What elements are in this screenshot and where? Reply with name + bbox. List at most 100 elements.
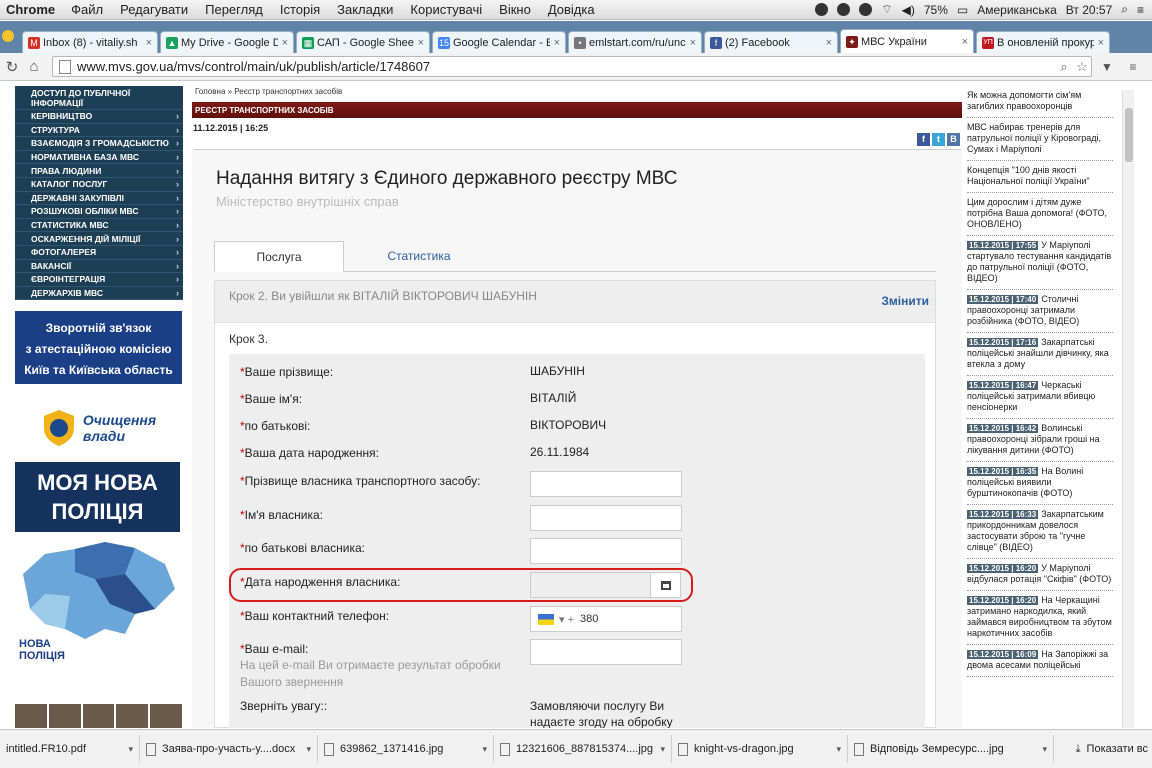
wifi-icon[interactable]: ⌔ — [881, 2, 892, 17]
breadcrumb[interactable]: Головна » Реєстр транспортних засобів — [195, 87, 342, 96]
news-item[interactable]: 15.12.2015 | 17:40 Столичні правоохоронці… — [967, 290, 1113, 333]
news-item[interactable]: 15.12.2015 | 17:16 Закарпатські поліцейсь… — [967, 333, 1113, 376]
tab-emlstart[interactable]: • emlstart.com/ru/unc × — [568, 31, 702, 53]
tab-up[interactable]: УП В оновленій прокур × — [976, 31, 1110, 53]
feedback-banner[interactable]: Зворотній зв'язок з атестаційною комісіє… — [15, 311, 182, 384]
news-item[interactable]: МВС набирає тренерів для патрульної полі… — [967, 118, 1113, 161]
url-text[interactable]: www.mvs.gov.ua/mvs/control/main/uk/publi… — [77, 59, 1055, 74]
close-icon[interactable]: × — [282, 37, 288, 49]
change-link[interactable]: Змінити — [881, 294, 929, 308]
menu-bookmarks[interactable]: Закладки — [337, 2, 393, 17]
news-item[interactable]: 15.12.2015 | 17:55 У Маріуполі стартувало… — [967, 236, 1113, 290]
left-nav-item[interactable]: ФОТОГАЛЕРЕЯ › — [15, 246, 183, 260]
menu-view[interactable]: Перегляд — [205, 2, 263, 17]
tab-gmail[interactable]: M Inbox (8) - vitaliy.sh × — [22, 31, 158, 53]
menu-file[interactable]: Файл — [71, 2, 103, 17]
menu-window[interactable]: Вікно — [499, 2, 531, 17]
police-map-banner[interactable]: НОВА ПОЛІЦІЯ — [15, 534, 182, 699]
left-nav-item[interactable]: НОРМАТИВНА БАЗА МВС › — [15, 151, 183, 165]
left-nav-item[interactable]: ОСКАРЖЕННЯ ДІЙ МІЛІЦІЇ › — [15, 232, 183, 246]
left-nav-item[interactable]: КАТАЛОГ ПОСЛУГ › — [15, 178, 183, 192]
tab-mvs[interactable]: ✦ МВС України × — [840, 29, 974, 53]
menu-icon[interactable]: ≡ — [1122, 60, 1144, 74]
left-nav-item[interactable]: СТРУКТУРА › — [15, 124, 183, 138]
news-item[interactable]: 15.12.2015 | 16:20 На Черкащині затримано… — [967, 591, 1113, 645]
download-item[interactable]: intitled.FR10.pdf ▾ — [0, 735, 140, 763]
page-info-icon[interactable] — [59, 59, 71, 74]
clock[interactable]: Вт 20:57 — [1066, 3, 1112, 17]
news-item[interactable]: 15.12.2015 | 16:09 На Запоріжжі за двома … — [967, 645, 1113, 677]
vk-share-icon[interactable]: B — [947, 133, 960, 146]
download-item[interactable]: knight-vs-dragon.jpg ▾ — [672, 735, 848, 763]
menu-edit[interactable]: Редагувати — [120, 2, 188, 17]
news-item[interactable]: 15.12.2015 | 16:35 На Волині поліцейські … — [967, 462, 1113, 505]
chevron-down-icon[interactable]: ▾ — [836, 744, 841, 755]
news-item[interactable]: 15.12.2015 | 16:33 Закарпатським прикордо… — [967, 505, 1113, 559]
time-machine-icon[interactable] — [859, 3, 873, 16]
volume-icon[interactable]: ◀) — [902, 3, 915, 17]
menu-help[interactable]: Довідка — [548, 2, 595, 17]
left-nav-item[interactable]: ЄВРОІНТЕГРАЦІЯ › — [15, 273, 183, 287]
left-nav-item[interactable]: РОЗШУКОВІ ОБЛІКИ МВС › — [15, 205, 183, 219]
tab-service[interactable]: Послуга — [214, 241, 344, 272]
tab-drive[interactable]: ▲ My Drive - Google D × — [160, 31, 294, 53]
drive-sync-icon[interactable] — [837, 3, 851, 16]
chevron-down-icon[interactable]: ▾ — [306, 744, 311, 755]
owner-name-input[interactable] — [530, 505, 682, 531]
news-item[interactable]: Цим дорослим і дітям дуже потрібна Ваша … — [967, 193, 1113, 236]
download-item[interactable]: 12321606_887815374....jpg ▾ — [494, 735, 672, 763]
tab-sheets[interactable]: ▦ САП - Google Shee × — [296, 31, 430, 53]
pocket-icon[interactable]: ▼ — [1096, 60, 1118, 74]
download-item[interactable]: Заява-про-участь-у....docx ▾ — [140, 735, 318, 763]
app-menu[interactable]: Chrome — [6, 2, 55, 17]
new-police-banner[interactable]: МОЯ НОВА ПОЛІЦІЯ — [15, 462, 180, 532]
left-nav-item[interactable]: КЕРІВНИЦТВО › — [15, 110, 183, 124]
ukraine-flag-icon[interactable] — [538, 613, 554, 625]
omnibox[interactable]: www.mvs.gov.ua/mvs/control/main/uk/publi… — [52, 56, 1092, 77]
news-item[interactable]: 15.12.2015 | 16:20 У Маріуполі відбулася … — [967, 559, 1113, 591]
menu-users[interactable]: Користувачі — [410, 2, 482, 17]
tab-statistics[interactable]: Статистика — [344, 241, 494, 272]
chevron-down-icon[interactable]: ▾ — [660, 744, 665, 755]
close-icon[interactable]: × — [690, 37, 696, 49]
input-source[interactable]: Американська — [977, 3, 1057, 17]
close-icon[interactable]: × — [826, 37, 832, 49]
phone-input[interactable]: ▾ +380 — [530, 606, 682, 632]
reload-icon[interactable]: ↻ — [2, 58, 22, 76]
news-item[interactable]: 15.12.2015 | 16:42 Волинські правоохоронц… — [967, 419, 1113, 462]
home-icon[interactable]: ⌂ — [24, 58, 44, 75]
chevron-down-icon[interactable]: ▾ — [1042, 744, 1047, 755]
twitter-share-icon[interactable]: t — [932, 133, 945, 146]
download-item[interactable]: 639862_1371416.jpg ▾ — [318, 735, 494, 763]
download-item[interactable]: Відповідь Земресурс....jpg ▾ — [848, 735, 1054, 763]
owner-surname-input[interactable] — [530, 471, 682, 497]
show-all-downloads[interactable]: ⤓ Показати вс — [1076, 743, 1152, 756]
clean-government-banner[interactable]: Очищення влади — [15, 397, 182, 459]
left-nav-item[interactable]: ДЕРЖАВНІ ЗАКУПІВЛІ › — [15, 192, 183, 206]
facebook-share-icon[interactable]: f — [917, 133, 930, 146]
left-nav-item[interactable]: ПРАВА ЛЮДИНИ › — [15, 164, 183, 178]
close-icon[interactable]: × — [418, 37, 424, 49]
tab-calendar[interactable]: 15 Google Calendar - E × — [432, 31, 566, 53]
photo-strip[interactable] — [15, 704, 182, 728]
owner-patronymic-input[interactable] — [530, 538, 682, 564]
search-icon[interactable]: ⌕ — [1055, 59, 1073, 75]
left-nav-item[interactable]: ДЕРЖАРХІВ МВС › — [15, 287, 183, 301]
chevron-down-icon[interactable]: ▾ — [128, 744, 133, 755]
bookmark-star-icon[interactable]: ☆ — [1073, 59, 1091, 75]
left-nav-item[interactable]: ВАКАНСІЇ › — [15, 260, 183, 274]
menu-history[interactable]: Історія — [280, 2, 320, 17]
tab-facebook[interactable]: f (2) Facebook × — [704, 31, 838, 53]
news-item[interactable]: Як можна допомогти сім'ям загиблих право… — [967, 86, 1113, 118]
close-icon[interactable]: × — [146, 37, 152, 49]
scrollbar[interactable] — [1122, 90, 1134, 728]
left-nav-item[interactable]: СТАТИСТИКА МВС › — [15, 219, 183, 233]
left-nav-item[interactable]: ДОСТУП ДО ПУБЛІЧНОЇ ІНФОРМАЦІЇ — [15, 86, 183, 110]
skype-icon[interactable] — [815, 3, 829, 16]
notification-icon[interactable]: ≡ — [1137, 3, 1144, 17]
close-icon[interactable]: × — [962, 36, 968, 48]
email-input[interactable] — [530, 639, 682, 665]
close-icon[interactable]: × — [1098, 37, 1104, 49]
spotlight-icon[interactable]: ⌕ — [1121, 2, 1128, 17]
close-icon[interactable]: × — [554, 37, 560, 49]
